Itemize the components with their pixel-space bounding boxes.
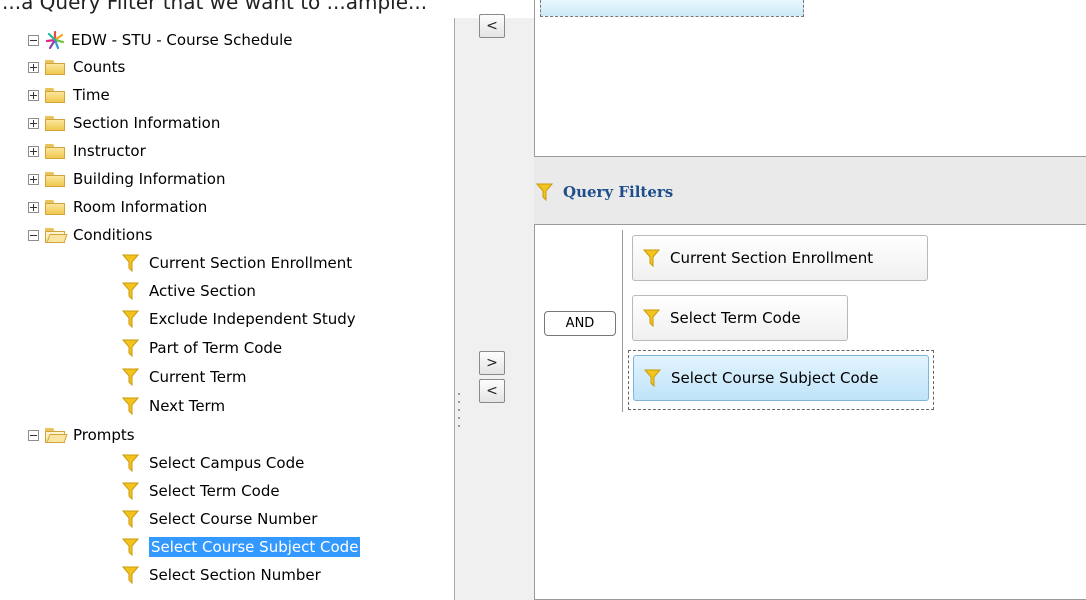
query-filter-label: Select Term Code bbox=[670, 309, 801, 327]
tree-folder-building-information[interactable]: Building Information bbox=[28, 165, 225, 193]
folder-label: Time bbox=[73, 86, 110, 104]
condition-label: Next Term bbox=[149, 397, 226, 415]
result-objects-box[interactable] bbox=[534, 0, 1086, 157]
tree-folder-time[interactable]: Time bbox=[28, 81, 110, 109]
filter-icon bbox=[122, 282, 139, 300]
folder-label: Section Information bbox=[73, 114, 221, 132]
collapse-icon[interactable] bbox=[28, 429, 39, 441]
tree-root[interactable]: EDW - STU - Course Schedule bbox=[28, 26, 292, 54]
filter-icon bbox=[643, 249, 660, 267]
prompt-label: Select Course Number bbox=[149, 510, 318, 528]
filter-icon bbox=[122, 397, 139, 415]
folder-label: Conditions bbox=[73, 226, 153, 244]
folder-label: Room Information bbox=[73, 198, 208, 216]
filter-icon bbox=[122, 538, 139, 556]
folder-icon bbox=[45, 87, 65, 103]
tree-item-prompt[interactable]: Select Term Code bbox=[122, 477, 280, 505]
tree-folder-counts[interactable]: Counts bbox=[28, 53, 125, 81]
expand-icon[interactable] bbox=[28, 117, 39, 129]
folder-label: Instructor bbox=[73, 142, 146, 160]
folder-icon bbox=[45, 171, 65, 187]
folder-label: Prompts bbox=[73, 426, 135, 444]
tree-item-condition[interactable]: Current Term bbox=[122, 363, 246, 391]
filter-icon bbox=[122, 310, 139, 328]
universe-icon bbox=[45, 30, 65, 50]
folder-label: Building Information bbox=[73, 170, 226, 188]
expand-icon[interactable] bbox=[28, 201, 39, 213]
folder-icon bbox=[45, 199, 65, 215]
tree-item-condition[interactable]: Exclude Independent Study bbox=[122, 305, 356, 333]
tree-folder-room-information[interactable]: Room Information bbox=[28, 193, 207, 221]
splitter-gripper[interactable] bbox=[456, 393, 462, 437]
query-filter-item-selected[interactable]: Select Course Subject Code bbox=[633, 355, 929, 401]
filter-icon bbox=[644, 369, 661, 387]
condition-label: Part of Term Code bbox=[149, 339, 283, 357]
expand-icon[interactable] bbox=[28, 89, 39, 101]
folder-icon bbox=[45, 59, 65, 75]
expand-icon[interactable] bbox=[28, 145, 39, 157]
open-folder-icon bbox=[45, 227, 68, 243]
tree-folder-conditions[interactable]: Conditions bbox=[28, 221, 152, 249]
condition-label: Exclude Independent Study bbox=[149, 310, 356, 328]
collapse-icon[interactable] bbox=[28, 34, 39, 46]
filter-icon bbox=[122, 254, 139, 272]
tree-item-condition[interactable]: Next Term bbox=[122, 392, 225, 420]
tree-folder-instructor[interactable]: Instructor bbox=[28, 137, 146, 165]
folder-icon bbox=[45, 115, 65, 131]
operator-bracket-line bbox=[622, 230, 623, 412]
tree-item-condition[interactable]: Active Section bbox=[122, 277, 256, 305]
expand-icon[interactable] bbox=[28, 61, 39, 73]
tree-folder-prompts[interactable]: Prompts bbox=[28, 421, 135, 449]
prompt-label: Select Section Number bbox=[149, 566, 321, 584]
query-filter-item[interactable]: Current Section Enrollment bbox=[632, 235, 928, 281]
tree-item-prompt[interactable]: Select Section Number bbox=[122, 561, 321, 589]
transfer-button-column bbox=[455, 18, 535, 600]
filter-icon bbox=[122, 566, 139, 584]
expand-icon[interactable] bbox=[28, 173, 39, 185]
tree-item-condition[interactable]: Current Section Enrollment bbox=[122, 249, 352, 277]
result-object-item-partial[interactable] bbox=[540, 0, 804, 17]
and-operator-button[interactable]: AND bbox=[544, 311, 616, 336]
query-filter-label: Select Course Subject Code bbox=[671, 369, 879, 387]
filter-icon bbox=[122, 339, 139, 357]
folder-icon bbox=[45, 143, 65, 159]
prompt-label: Select Campus Code bbox=[149, 454, 305, 472]
collapse-icon[interactable] bbox=[28, 229, 39, 241]
condition-label: Active Section bbox=[149, 282, 256, 300]
tree-item-prompt-selected[interactable]: Select Course Subject Code bbox=[122, 533, 361, 561]
condition-label: Current Term bbox=[149, 368, 247, 386]
filter-icon bbox=[122, 454, 139, 472]
tree-item-prompt[interactable]: Select Course Number bbox=[122, 505, 317, 533]
tree-root-label: EDW - STU - Course Schedule bbox=[71, 31, 293, 49]
folder-label: Counts bbox=[73, 58, 126, 76]
query-filter-label: Current Section Enrollment bbox=[670, 249, 874, 267]
filter-icon bbox=[643, 309, 660, 327]
query-filter-item[interactable]: Select Term Code bbox=[632, 295, 848, 341]
tree-item-condition[interactable]: Part of Term Code bbox=[122, 334, 282, 362]
query-filters-title: Query Filters bbox=[563, 183, 674, 201]
filter-icon bbox=[536, 183, 553, 201]
top-caption: ...a Query Filter that we want to ...amp… bbox=[2, 0, 428, 14]
remove-filter-button[interactable]: < bbox=[479, 379, 505, 403]
filter-icon bbox=[122, 368, 139, 386]
query-filters-header: Query Filters bbox=[536, 176, 1086, 208]
tree-folder-section-information[interactable]: Section Information bbox=[28, 109, 220, 137]
filter-icon bbox=[122, 482, 139, 500]
prompt-label: Select Term Code bbox=[149, 482, 280, 500]
add-filter-button[interactable]: > bbox=[479, 351, 505, 375]
tree-item-prompt[interactable]: Select Campus Code bbox=[122, 449, 304, 477]
prompt-label: Select Course Subject Code bbox=[149, 537, 361, 557]
filter-icon bbox=[122, 510, 139, 528]
condition-label: Current Section Enrollment bbox=[149, 254, 353, 272]
open-folder-icon bbox=[45, 427, 68, 443]
remove-object-button[interactable]: < bbox=[479, 14, 505, 38]
